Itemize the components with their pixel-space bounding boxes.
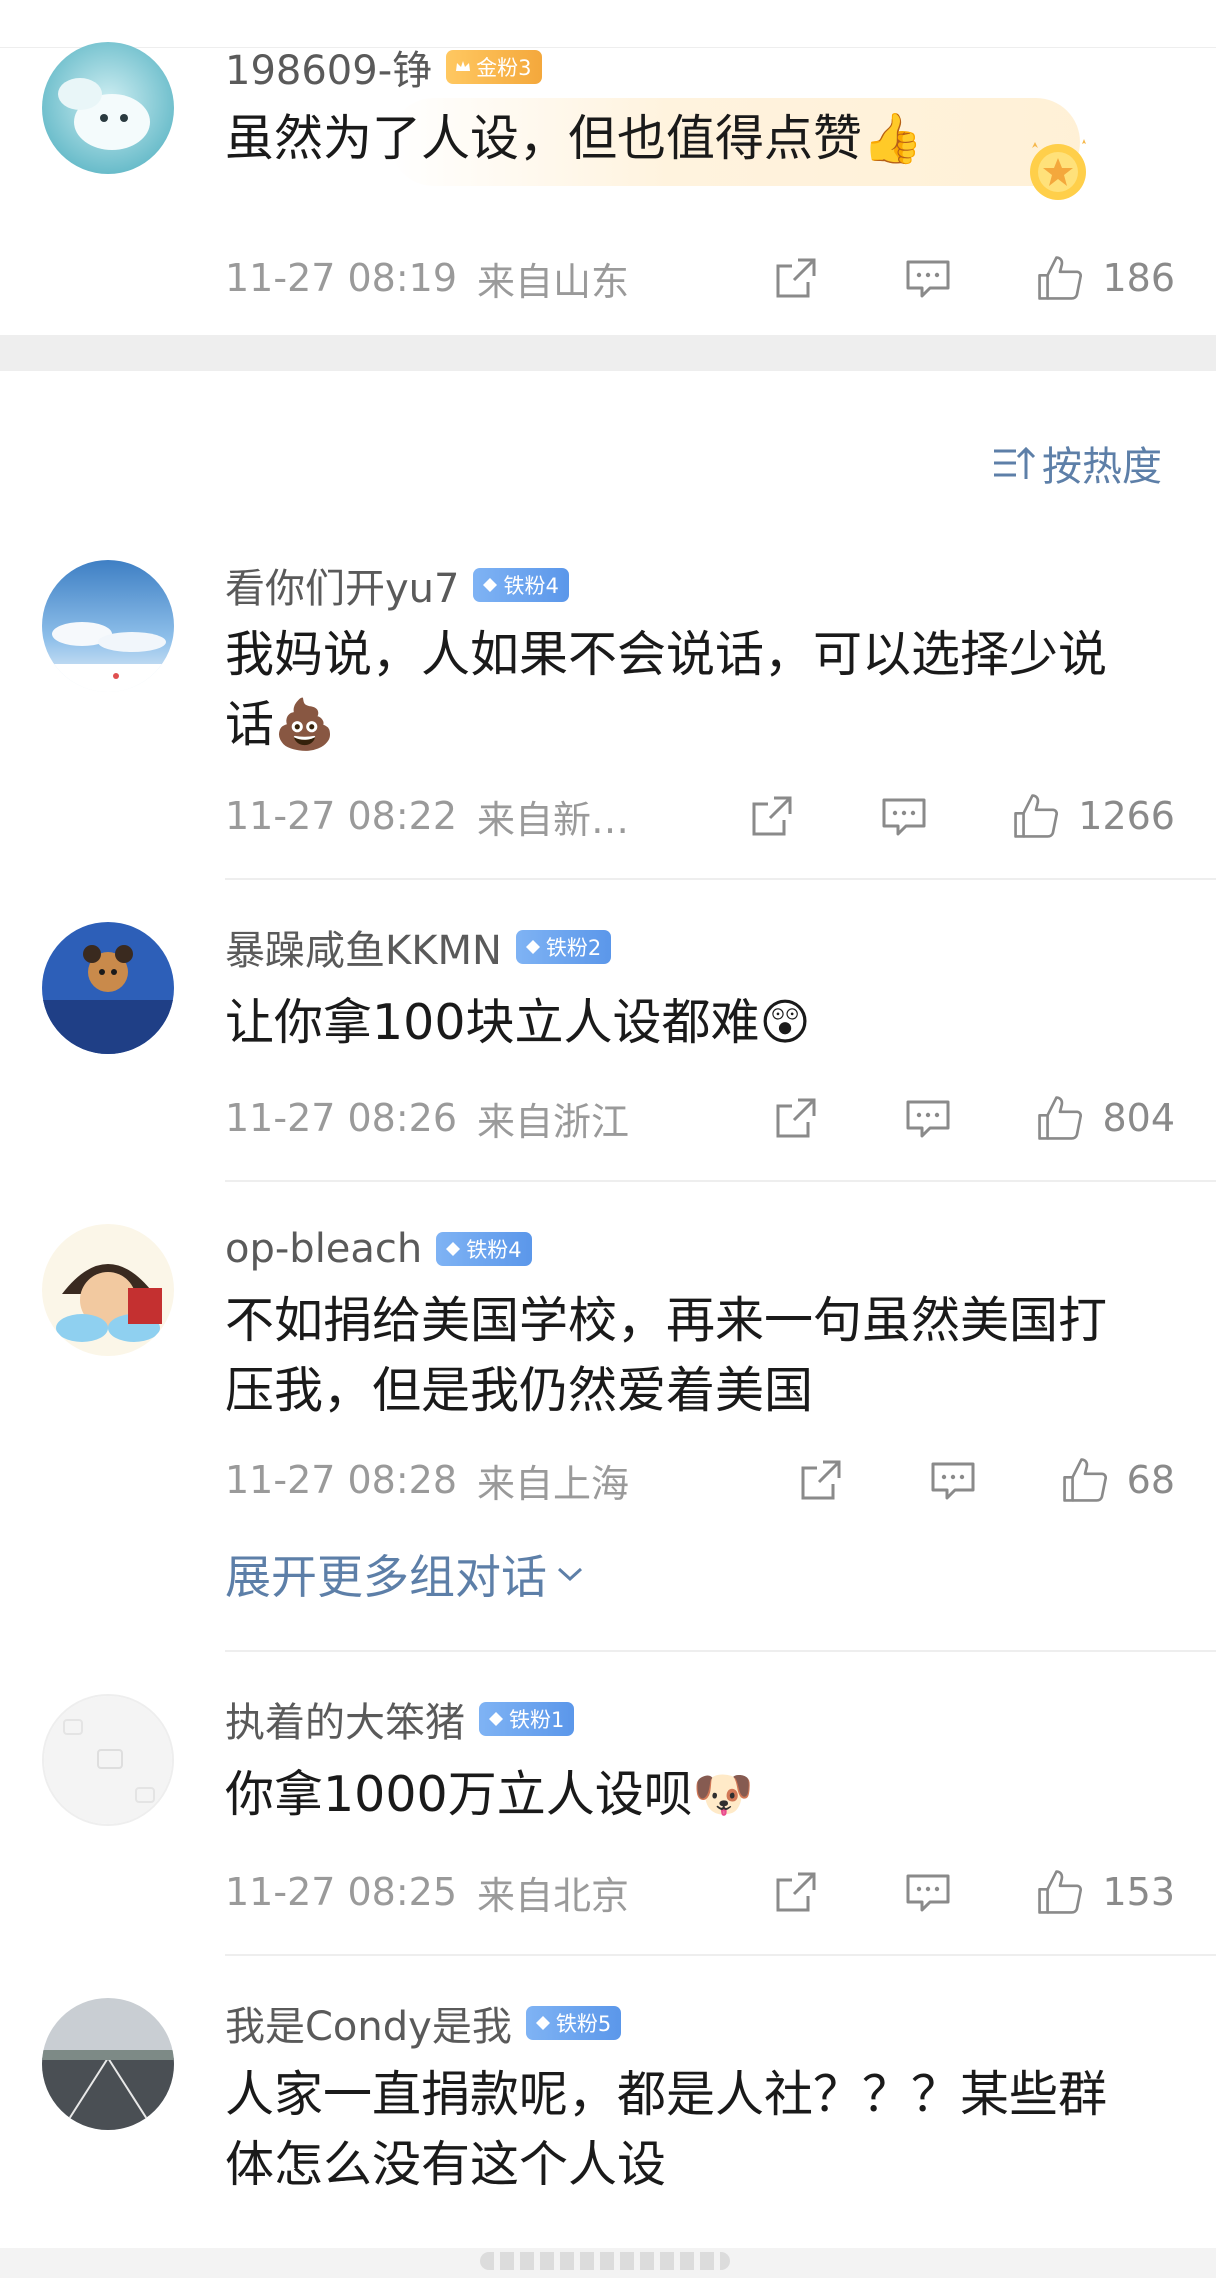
comment-header: 198609-铮 金粉3 [225,42,542,94]
username[interactable]: 我是Condy是我 [225,1994,512,2052]
comment-time: 11-27 08:19 [225,256,458,300]
comment-icon[interactable] [880,792,928,840]
comment-actions: 68 [797,1450,1175,1510]
fan-badge-label: 金粉3 [476,56,532,80]
comment-header: op-bleach 铁粉4 [225,1224,532,1274]
comment-header: 暴躁咸鱼KKMN 铁粉2 [225,922,612,974]
comment-divider [225,878,1216,880]
comment-text: 虽然为了人设，但也值得点赞👍 [225,110,924,167]
comment-icon[interactable] [904,254,952,302]
diamond-icon [483,578,498,592]
like-count: 1266 [1078,794,1175,838]
share-icon[interactable] [797,1456,845,1504]
comment-text: 不如捐给美国学校，再来一句虽然美国打压我，但是我仍然爱着美国 [225,1292,1108,1419]
expand-conversations-link[interactable]: 展开更多组对话 [225,1544,585,1604]
share-icon[interactable] [772,254,820,302]
fan-badge: 铁粉4 [436,1232,532,1266]
comment-actions: 186 [772,248,1175,308]
chevron-down-icon [557,1567,583,1582]
comment-divider [225,1650,1216,1652]
comment-time: 11-27 08:22 [225,794,458,838]
diamond-icon [489,1712,503,1726]
like-count: 186 [1102,256,1175,300]
thumbs-up-icon[interactable] [1012,792,1060,840]
sort-icon [994,446,1036,479]
diamond-icon [525,940,540,954]
comment-header: 执着的大笨猪 铁粉1 [225,1694,575,1746]
fan-badge-label: 铁粉2 [545,936,602,960]
avatar[interactable] [42,922,174,1054]
comment-meta: 11-27 08:26 来自浙江 804 [225,1088,1175,1148]
fan-badge: 金粉3 [446,50,542,84]
thumbs-up-icon[interactable] [1036,1094,1084,1142]
comment-time: 11-27 08:26 [225,1096,458,1140]
share-icon[interactable] [748,792,796,840]
avatar[interactable] [42,1998,174,2130]
comment-location: 来自上海 [477,1461,630,1506]
username[interactable]: 暴躁咸鱼KKMN [225,918,502,976]
username[interactable]: 执着的大笨猪 [225,1690,465,1748]
fan-badge: 铁粉4 [473,568,569,602]
username[interactable]: 198609-铮 [225,38,432,96]
comment-divider [225,1954,1216,1956]
share-icon[interactable] [772,1868,820,1916]
section-divider [0,335,1216,371]
diamond-icon [535,2016,550,2030]
comment-text: 我妈说，人如果不会说话，可以选择少说话💩 [225,626,1108,753]
thumbs-up-icon[interactable] [1036,1868,1084,1916]
comment-meta: 11-27 08:28 来自上海 68 [225,1450,1175,1510]
share-icon[interactable] [772,1094,820,1142]
comment-location: 来自浙江 [477,1099,630,1144]
fan-badge: 铁粉2 [515,930,612,964]
comment-meta: 11-27 08:22 来自新… 1266 [225,786,1175,846]
avatar[interactable] [42,1224,174,1356]
comment-time: 11-27 08:25 [225,1870,458,1914]
comment-text: 让你拿100块立人设都难😲 [225,994,811,1051]
fan-badge-label: 铁粉5 [555,2012,612,2036]
comment-icon[interactable] [904,1868,952,1916]
comment-divider [225,1180,1216,1182]
comment-time: 11-27 08:28 [225,1458,458,1502]
fan-badge: 铁粉1 [479,1702,575,1736]
comment-actions: 804 [772,1088,1175,1148]
expand-label: 展开更多组对话 [225,1550,547,1604]
comment-header: 我是Condy是我 铁粉5 [225,1998,622,2050]
avatar[interactable] [42,560,174,692]
comment-meta: 11-27 08:19 来自山东 186 [225,248,1175,308]
fan-badge-label: 铁粉4 [503,574,559,598]
comment-text: 人家一直捐款呢，都是人社？？？某些群体怎么没有这个人设 [225,2066,1108,2193]
like-count: 153 [1102,1870,1175,1914]
like-count: 804 [1102,1096,1175,1140]
comment-text: 你拿1000万立人设呗🐶 [225,1766,754,1823]
comment-icon[interactable] [929,1456,977,1504]
username[interactable]: op-bleach [225,1226,422,1272]
comment-actions: 153 [772,1862,1175,1922]
gold-medal-icon [1030,139,1086,200]
diamond-icon [446,1242,461,1256]
fan-badge-label: 铁粉1 [509,1708,565,1732]
comment-actions: 1266 [748,786,1175,846]
fan-badge-label: 铁粉4 [466,1238,522,1262]
sort-label: 按热度 [1042,444,1162,490]
comment-header: 看你们开yu7 铁粉4 [225,560,569,612]
avatar[interactable] [42,1694,174,1826]
comment-icon[interactable] [904,1094,952,1142]
comment-meta: 11-27 08:25 来自北京 153 [225,1862,1175,1922]
sort-button[interactable]: 按热度 [992,437,1162,490]
thumbs-up-icon[interactable] [1036,254,1084,302]
crown-icon [456,61,471,71]
home-indicator [480,2252,730,2270]
username[interactable]: 看你们开yu7 [225,556,459,614]
comment-location: 来自新… [477,797,630,842]
thumbs-up-icon[interactable] [1061,1456,1109,1504]
comment-location: 来自北京 [477,1873,630,1918]
avatar[interactable] [42,42,174,174]
fan-badge: 铁粉5 [525,2006,622,2040]
comment-location: 来自山东 [477,259,630,304]
like-count: 68 [1126,1458,1175,1502]
top-divider [0,0,1216,48]
